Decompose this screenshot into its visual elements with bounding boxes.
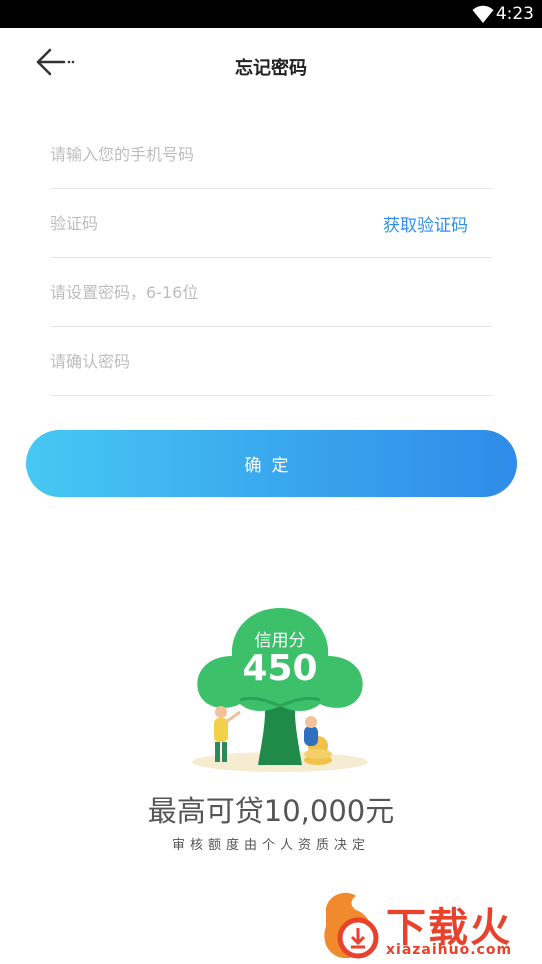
- confirm-password-field-row: [50, 327, 493, 396]
- confirm-password-input[interactable]: [50, 327, 493, 395]
- verification-code-input[interactable]: [50, 189, 350, 257]
- phone-field-row: [50, 120, 493, 189]
- phone-input[interactable]: [50, 120, 493, 188]
- watermark-url: xiazaihuo.com: [386, 942, 513, 958]
- confirm-button[interactable]: 确定: [26, 430, 517, 497]
- page-title: 忘记密码: [235, 58, 307, 79]
- password-field-row: [50, 258, 493, 327]
- password-input[interactable]: [50, 258, 493, 326]
- code-field-row: 获取验证码: [50, 189, 493, 258]
- loan-subtitle: 审核额度由个人资质决定: [171, 838, 370, 853]
- nav-header: 忘记密码: [0, 28, 542, 100]
- status-time: 4:23: [495, 4, 534, 24]
- loan-headline: 最高可贷10,000元: [147, 794, 395, 828]
- status-bar: 4:23: [0, 0, 542, 28]
- get-code-button[interactable]: 获取验证码: [383, 211, 468, 236]
- wifi-icon: [472, 5, 494, 24]
- credit-score: 450: [242, 648, 318, 689]
